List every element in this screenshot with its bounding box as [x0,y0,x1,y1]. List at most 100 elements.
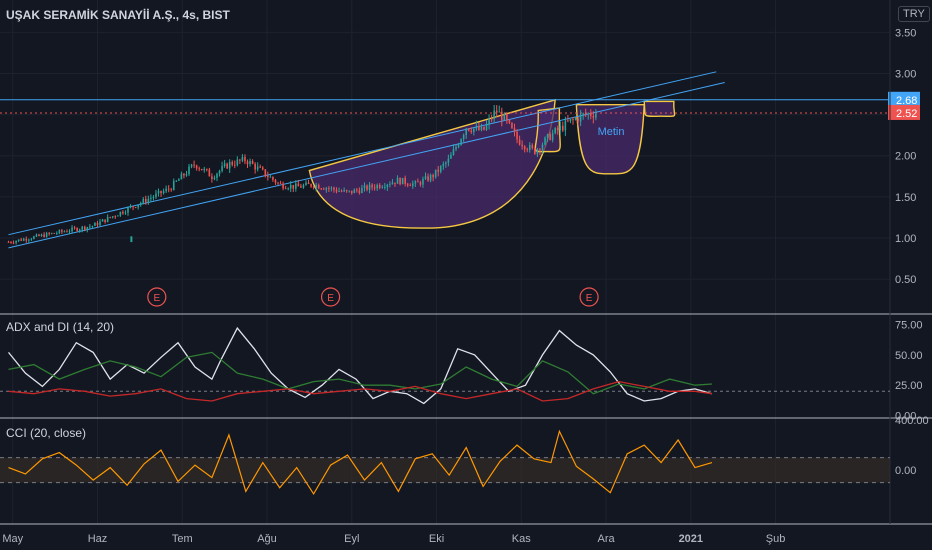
candle-body [198,168,200,170]
candle-body [500,111,503,121]
candle-body [61,230,63,232]
candle-body [10,242,12,243]
candle-body [292,184,295,189]
candle-body [152,196,155,198]
candle-body [259,166,262,168]
adx-axis-tick: 75.00 [895,320,923,332]
cci-axis-tick: 400.00 [895,415,929,427]
candle-body [546,134,549,138]
candle-body [144,198,147,203]
price-axis-tick: 3.50 [895,27,916,39]
candle-body [569,119,572,122]
candle-body [498,111,501,113]
candle-body [526,149,529,150]
candle-body [455,146,457,150]
candle-body [254,163,256,170]
candle-body [109,216,111,218]
candle-body [282,183,284,189]
candle-body [493,110,495,119]
candle-body [216,173,218,178]
time-axis-tick-2021: 2021 [679,533,703,545]
candle-body [424,176,427,180]
candle-body [450,155,452,159]
earnings-marker-label: E [327,293,334,304]
candle-body [289,184,292,189]
chart-canvas[interactable]: 3.503.002.502.001.501.000.50MetinEEE2.68… [0,0,932,550]
candle-body [508,119,511,123]
candle-body [567,120,569,122]
candle-body [373,187,376,189]
candle-body [587,113,590,115]
candle-body [516,131,518,140]
earnings-marker-label: E [586,293,593,304]
candle-body [467,128,470,131]
adx-axis-tick: 25.00 [895,380,923,392]
time-axis-tick-Ara: Ara [597,533,615,545]
candle-body [534,148,536,154]
candle-body [333,187,335,190]
candle-body [193,164,195,166]
candle-body [183,173,185,176]
candle-body [419,182,422,185]
candle-body [442,164,445,167]
candle-body [195,165,198,169]
candle-body [317,184,320,189]
candle-body [452,149,455,156]
candle-body [213,177,216,179]
text-annotation: Metin [598,126,625,138]
candle-body [470,130,473,133]
candle-body [358,190,361,194]
candle-body [28,239,30,241]
candle-body [409,185,412,187]
candle-body [272,176,274,180]
candle-body [391,182,394,185]
candle-body [43,234,45,237]
candle-body [503,113,506,121]
candle-body [345,190,348,192]
time-axis-tick-Tem: Tem [172,533,193,545]
candle-body [549,134,551,140]
candle-body [480,126,483,131]
candle-body [172,181,175,190]
candle-body [335,189,338,192]
candle-body [315,184,317,188]
candle-body [91,225,94,227]
candle-body [559,125,562,131]
candle-body [142,198,145,203]
candle-body [89,226,91,228]
candle-body [239,159,241,161]
candle-body [129,206,132,208]
candle-body [401,177,404,185]
candle-body [340,190,343,192]
candle-body [429,174,432,181]
candle-body [411,183,414,187]
candle-body [124,212,127,214]
candle-body [104,219,106,222]
candle-body [48,233,50,234]
candle-body [12,242,15,244]
candle-body [328,188,330,189]
candle-body [325,188,328,190]
candle-body [139,202,142,205]
last-price-badge: 2.52 [896,108,917,120]
candle-body [244,156,246,162]
candle-body [76,228,78,231]
cci-axis-tick: 0.00 [895,465,916,477]
candle-body [457,144,460,147]
candle-body [218,170,221,174]
currency-badge[interactable]: TRY [898,6,930,22]
candle-body [562,125,564,131]
time-axis-tick-Şub: Şub [766,533,786,545]
candle-body [490,118,493,120]
candle-body [134,207,137,208]
candle-body [378,184,381,188]
candle-body [20,239,22,241]
candle-body [81,226,84,230]
candle-body [320,188,323,190]
candle-body [162,191,165,194]
candle-body [96,222,99,226]
candle-body [188,166,190,175]
candle-body [394,182,396,184]
candle-body [521,144,523,147]
candle-body [528,145,531,150]
